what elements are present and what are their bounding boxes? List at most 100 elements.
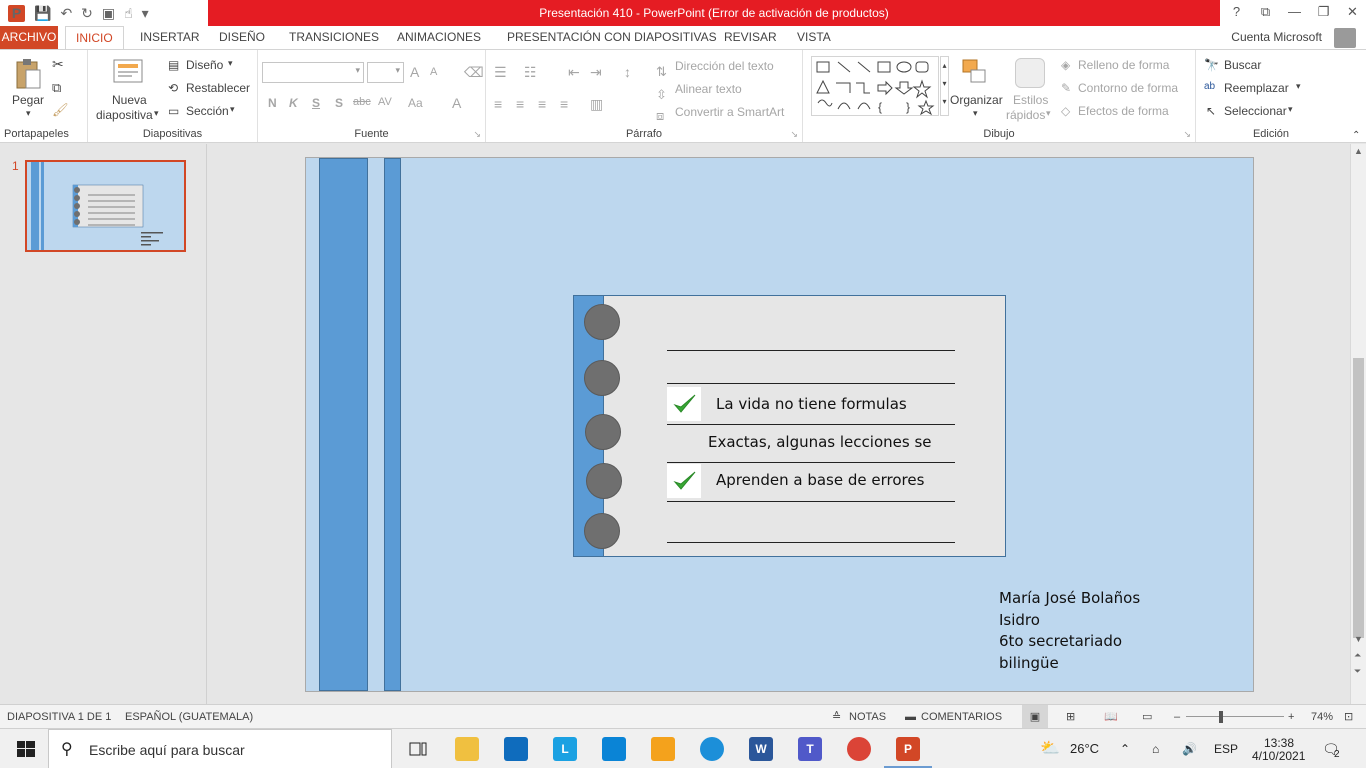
file-explorer-icon[interactable] — [455, 737, 479, 761]
char-spacing-button[interactable]: AV — [378, 96, 392, 108]
new-slide-dropdown-icon[interactable]: ▾ — [154, 108, 159, 119]
author-textbox[interactable]: María José Bolaños Isidro 6to secretaria… — [999, 588, 1140, 674]
taskbar-search-box[interactable]: ⚲ Escribe aquí para buscar — [48, 729, 392, 768]
find-button[interactable]: Buscar — [1224, 58, 1261, 72]
font-name-combo[interactable] — [262, 62, 364, 83]
dialog-launcher-icon[interactable]: ↘ — [473, 129, 481, 140]
paste-button[interactable]: Pegar — [12, 93, 44, 107]
decorative-bar-narrow[interactable] — [384, 158, 401, 691]
scroll-down-icon[interactable]: ▼ — [1354, 634, 1363, 644]
select-dropdown-icon[interactable]: ▾ — [1288, 104, 1293, 115]
new-slide-button[interactable]: Nueva — [112, 93, 147, 107]
line-spacing-icon[interactable]: ↕ — [624, 64, 631, 80]
tab-diseno[interactable]: DISEÑO — [219, 26, 265, 49]
tab-animaciones[interactable]: ANIMACIONES — [397, 26, 481, 49]
customize-qat-icon[interactable]: ▾ — [142, 5, 149, 22]
comments-icon[interactable]: ▬ — [905, 705, 916, 729]
zoom-slider-track[interactable] — [1186, 716, 1284, 717]
select-icon[interactable]: ↖ — [1206, 104, 1216, 118]
dialog-launcher-icon[interactable]: ↘ — [790, 129, 798, 140]
tab-revisar[interactable]: REVISAR — [724, 26, 777, 49]
align-text-button[interactable]: Alinear texto — [675, 82, 742, 96]
scroll-up-icon[interactable]: ▲ — [1354, 146, 1363, 156]
arrange-icon[interactable] — [961, 58, 989, 86]
undo-icon[interactable]: ↶ — [60, 5, 72, 22]
text-direction-button[interactable]: Dirección del texto — [675, 59, 774, 73]
temperature[interactable]: 26°C — [1070, 729, 1099, 768]
touch-mode-icon[interactable]: ☝ — [124, 5, 133, 22]
paste-icon[interactable] — [14, 58, 42, 90]
slide-sorter-icon[interactable]: ⊞ — [1066, 705, 1075, 729]
new-slide-button-line2[interactable]: diapositiva — [96, 108, 153, 122]
increase-indent-icon[interactable]: ⇥ — [590, 64, 602, 81]
columns-icon[interactable]: ▥ — [590, 96, 603, 113]
smartart-icon[interactable]: ⧈ — [656, 108, 664, 124]
notebook-ring[interactable] — [584, 304, 620, 340]
notebook-shape[interactable]: La vida no tiene formulas Exactas, algun… — [573, 295, 1006, 557]
underline-button[interactable]: S — [312, 96, 320, 110]
minimize-button[interactable]: — — [1280, 0, 1309, 26]
quick-styles-dropdown-icon[interactable]: ▾ — [1046, 108, 1051, 119]
avatar[interactable] — [1334, 28, 1356, 48]
shadow-button[interactable]: S — [335, 96, 343, 110]
notebook-ring[interactable] — [584, 360, 620, 396]
language-indicator[interactable]: ESPAÑOL (GUATEMALA) — [125, 705, 253, 729]
slideshow-icon[interactable]: ▭ — [1142, 705, 1152, 729]
previous-slide-icon[interactable]: ⏶ — [1354, 650, 1361, 661]
align-left-icon[interactable]: ≡ — [494, 96, 502, 112]
layout-icon[interactable]: ▤ — [168, 58, 179, 72]
next-slide-icon[interactable]: ⏷ — [1354, 666, 1361, 677]
arrange-button[interactable]: Organizar — [950, 93, 1003, 107]
save-icon[interactable]: 💾 — [34, 5, 51, 22]
windows-start-icon[interactable] — [14, 737, 38, 761]
text-direction-icon[interactable]: ⇅ — [656, 64, 667, 80]
smartart-button[interactable]: Convertir a SmartArt — [675, 105, 784, 119]
shrink-font-button[interactable]: A — [430, 66, 437, 78]
layout-button[interactable]: Diseño — [186, 58, 223, 72]
tab-archivo[interactable]: ARCHIVO — [0, 26, 58, 49]
shape-outline-icon[interactable]: ✎ — [1061, 81, 1071, 95]
vertical-scrollbar[interactable]: ▲ ▼ ⏶ ⏷ — [1350, 144, 1366, 704]
checkmark-icon[interactable] — [667, 464, 701, 498]
shape-effects-button[interactable]: Efectos de forma — [1078, 104, 1169, 118]
word-icon[interactable]: W — [749, 737, 773, 761]
clock-date[interactable]: 4/10/2021 — [1252, 736, 1305, 768]
reset-icon[interactable]: ⟲ — [168, 81, 178, 95]
slide-thumbnail[interactable] — [25, 160, 186, 252]
replace-dropdown-icon[interactable]: ▾ — [1296, 81, 1301, 92]
shapes-gallery[interactable]: {} — [811, 56, 939, 116]
powerpoint-taskbar-icon[interactable]: P — [896, 737, 920, 761]
slide-text-line-2[interactable]: Exactas, algunas lecciones se — [708, 433, 931, 451]
slide-canvas[interactable]: La vida no tiene formulas Exactas, algun… — [305, 157, 1254, 692]
font-color-button[interactable]: A — [452, 95, 461, 111]
justify-icon[interactable]: ≡ — [560, 96, 568, 112]
section-dropdown-icon[interactable]: ▾ — [230, 104, 235, 115]
edge-browser-icon[interactable] — [700, 737, 724, 761]
select-button[interactable]: Seleccionar — [1224, 104, 1287, 118]
new-slide-icon[interactable] — [112, 56, 144, 84]
quick-styles-icon[interactable] — [1015, 58, 1045, 88]
network-icon[interactable]: ⌂ — [1152, 729, 1159, 768]
scroll-thumb[interactable] — [1353, 358, 1364, 638]
slide-text-line-1[interactable]: La vida no tiene formulas — [716, 395, 907, 413]
shape-fill-button[interactable]: Relleno de forma — [1078, 58, 1169, 72]
shapes-scroll[interactable]: ▴ ▾ ▾ — [940, 56, 949, 116]
notes-button[interactable]: NOTAS — [849, 705, 886, 729]
collapse-ribbon-icon[interactable]: ⌃ — [1352, 130, 1360, 141]
weather-icon[interactable]: ⛅ — [1040, 729, 1060, 768]
checkmark-icon[interactable] — [667, 387, 701, 421]
tab-inicio[interactable]: INICIO — [65, 26, 124, 50]
zoom-level[interactable]: 74% — [1311, 705, 1333, 729]
align-text-icon[interactable]: ⇳ — [656, 87, 667, 103]
format-painter-icon[interactable]: 🖌 — [52, 102, 69, 118]
layout-dropdown-icon[interactable]: ▾ — [228, 58, 233, 69]
redo-icon[interactable]: ↻ — [81, 5, 93, 22]
strikethrough-button[interactable]: abc — [353, 96, 371, 108]
ribbon-display-button[interactable]: ⧉ — [1251, 0, 1280, 26]
numbering-icon[interactable]: ☷ — [524, 64, 537, 81]
find-icon[interactable]: 🔭 — [1204, 58, 1219, 72]
game-app-icon[interactable] — [651, 737, 675, 761]
tab-insertar[interactable]: INSERTAR — [140, 26, 200, 49]
clear-format-icon[interactable]: ⌫ — [464, 64, 484, 81]
grow-font-button[interactable]: A — [410, 64, 419, 80]
